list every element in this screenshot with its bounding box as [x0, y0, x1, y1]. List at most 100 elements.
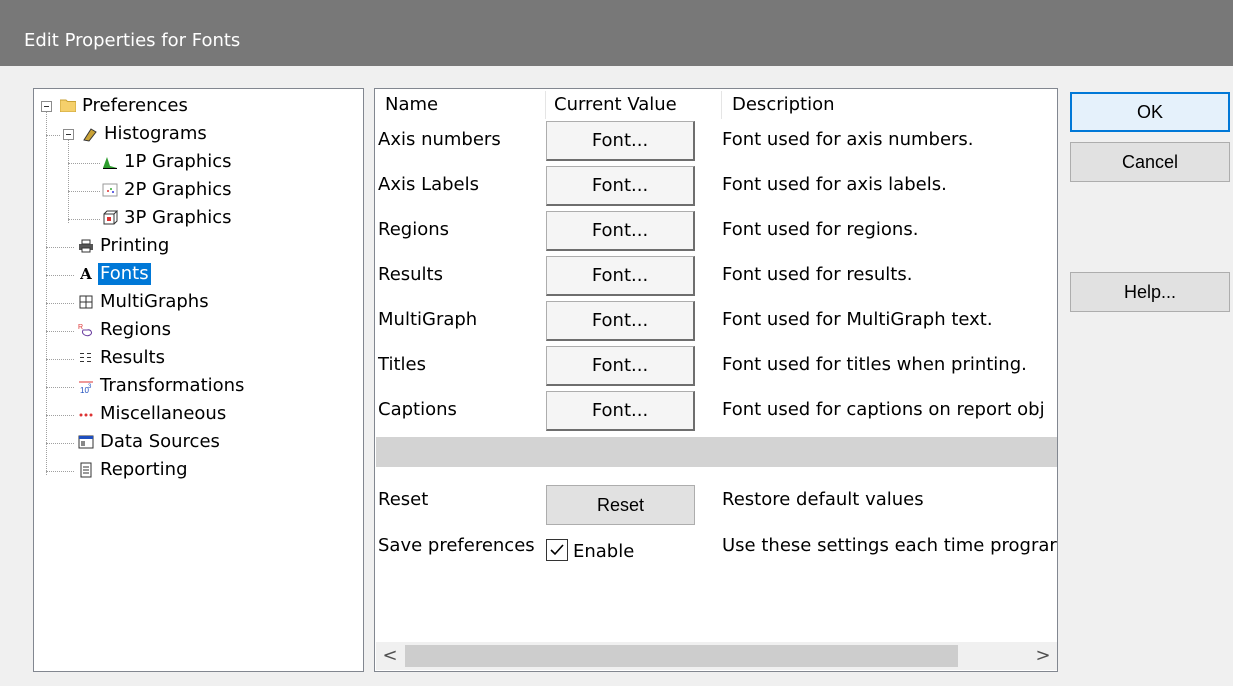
- tree-connector: [46, 359, 74, 360]
- tree-item-label: Results: [100, 347, 165, 368]
- tree-connector: [68, 139, 69, 223]
- property-description: Font used for axis numbers.: [722, 129, 974, 150]
- property-description: Font used for MultiGraph text.: [722, 309, 993, 330]
- property-name: Titles: [378, 354, 426, 375]
- checkmark-icon: [550, 544, 564, 556]
- data-sources-icon: [78, 434, 94, 450]
- tree-item-label: MultiGraphs: [100, 291, 209, 312]
- 1p-graphics-icon: [102, 154, 118, 170]
- titles-font-button[interactable]: Font...: [546, 346, 695, 386]
- tree-item-label: Miscellaneous: [100, 403, 227, 424]
- horizontal-scrollbar[interactable]: < >: [376, 642, 1057, 670]
- tree-connector: [46, 303, 74, 304]
- property-grid: Name Current Value Description Axis numb…: [374, 88, 1058, 672]
- reset-label: Reset: [378, 489, 429, 510]
- collapse-icon[interactable]: [63, 129, 74, 140]
- svg-text:R: R: [78, 324, 83, 331]
- reporting-icon: [78, 462, 94, 478]
- ok-button[interactable]: OK: [1070, 92, 1230, 132]
- column-separator[interactable]: [721, 91, 722, 119]
- tree-item-3p-graphics[interactable]: 3P Graphics: [102, 204, 234, 232]
- property-name: Captions: [378, 399, 457, 420]
- tree-item-label: 1P Graphics: [124, 151, 232, 172]
- results-font-button[interactable]: Font...: [546, 256, 695, 296]
- save-preferences-description: Use these settings each time prograr: [722, 535, 1057, 556]
- tree-item-label: 3P Graphics: [124, 207, 232, 228]
- property-description: Font used for axis labels.: [722, 174, 947, 195]
- scrollbar-thumb[interactable]: [405, 645, 958, 667]
- scroll-right-icon[interactable]: >: [1029, 642, 1057, 670]
- tree-item-2p-graphics[interactable]: 2P Graphics: [102, 176, 234, 204]
- property-name: Axis numbers: [378, 129, 501, 150]
- tree-item-label: Histograms: [104, 123, 207, 144]
- property-description: Font used for captions on report obj: [722, 399, 1045, 420]
- 3p-graphics-icon: [102, 210, 119, 226]
- tree-connector: [46, 387, 74, 388]
- property-description: Font used for titles when printing.: [722, 354, 1027, 375]
- enable-checkbox[interactable]: [546, 539, 568, 561]
- column-separator[interactable]: [545, 91, 546, 119]
- tree-item-histograms[interactable]: Histograms: [82, 120, 209, 148]
- window-title: Edit Properties for Fonts: [24, 30, 241, 51]
- column-header-current-value[interactable]: Current Value: [554, 89, 677, 121]
- property-name: Axis Labels: [378, 174, 480, 195]
- column-header-description[interactable]: Description: [732, 89, 835, 121]
- tree-connector: [46, 135, 60, 136]
- miscellaneous-icon: [78, 406, 94, 422]
- tree-item-label: Printing: [100, 235, 170, 256]
- reset-button[interactable]: Reset: [546, 485, 695, 525]
- captions-font-button[interactable]: Font...: [546, 391, 695, 431]
- tree-connector: [46, 111, 47, 475]
- save-preferences-label: Save preferences: [378, 535, 535, 556]
- histogram-icon: [82, 126, 98, 142]
- tree-connector: [46, 331, 74, 332]
- tree-connector: [46, 247, 74, 248]
- tree-item-reporting[interactable]: Reporting: [78, 456, 190, 484]
- tree-item-label: Data Sources: [100, 431, 220, 452]
- tree-connector: [68, 163, 100, 164]
- preferences-tree[interactable]: Preferences Histograms 1P Graphics 2P Gr…: [33, 88, 364, 672]
- section-divider: [376, 437, 1057, 467]
- help-button[interactable]: Help...: [1070, 272, 1230, 312]
- tree-item-preferences[interactable]: Preferences: [59, 92, 190, 120]
- tree-item-label: Fonts: [97, 262, 152, 286]
- reset-description: Restore default values: [722, 489, 924, 510]
- tree-connector: [68, 191, 100, 192]
- cancel-button[interactable]: Cancel: [1070, 142, 1230, 182]
- multigraph-icon: [78, 294, 94, 310]
- regions-icon: R: [78, 322, 94, 338]
- tree-item-label: Preferences: [82, 95, 188, 116]
- property-name: Regions: [378, 219, 449, 240]
- tree-item-transformations[interactable]: 10 3 Transformations: [78, 372, 246, 400]
- axis-numbers-font-button[interactable]: Font...: [546, 121, 695, 161]
- tree-connector: [46, 471, 74, 472]
- results-icon: [78, 350, 94, 366]
- tree-item-printing[interactable]: Printing: [78, 232, 171, 260]
- tree-item-label: 2P Graphics: [124, 179, 232, 200]
- tree-item-results[interactable]: Results: [78, 344, 167, 372]
- scroll-left-icon[interactable]: <: [376, 642, 404, 670]
- collapse-icon[interactable]: [41, 101, 52, 112]
- tree-connector: [46, 275, 74, 276]
- property-name: MultiGraph: [378, 309, 478, 330]
- tree-item-fonts[interactable]: A Fonts: [78, 260, 152, 288]
- property-name: Results: [378, 264, 443, 285]
- tree-item-multigraphs[interactable]: MultiGraphs: [78, 288, 211, 316]
- tree-item-regions[interactable]: R Regions: [78, 316, 173, 344]
- tree-item-data-sources[interactable]: Data Sources: [78, 428, 222, 456]
- column-header-name[interactable]: Name: [385, 89, 438, 121]
- tree-item-label: Reporting: [100, 459, 188, 480]
- tree-item-1p-graphics[interactable]: 1P Graphics: [102, 148, 234, 176]
- regions-font-button[interactable]: Font...: [546, 211, 695, 251]
- font-icon: A: [80, 265, 92, 283]
- tree-connector: [46, 443, 74, 444]
- axis-labels-font-button[interactable]: Font...: [546, 166, 695, 206]
- property-description: Font used for results.: [722, 264, 913, 285]
- 2p-graphics-icon: [102, 182, 118, 198]
- folder-icon: [59, 98, 77, 114]
- printer-icon: [78, 238, 94, 254]
- multigraph-font-button[interactable]: Font...: [546, 301, 695, 341]
- tree-item-miscellaneous[interactable]: Miscellaneous: [78, 400, 228, 428]
- enable-checkbox-label[interactable]: Enable: [573, 541, 634, 562]
- tree-connector: [68, 219, 100, 220]
